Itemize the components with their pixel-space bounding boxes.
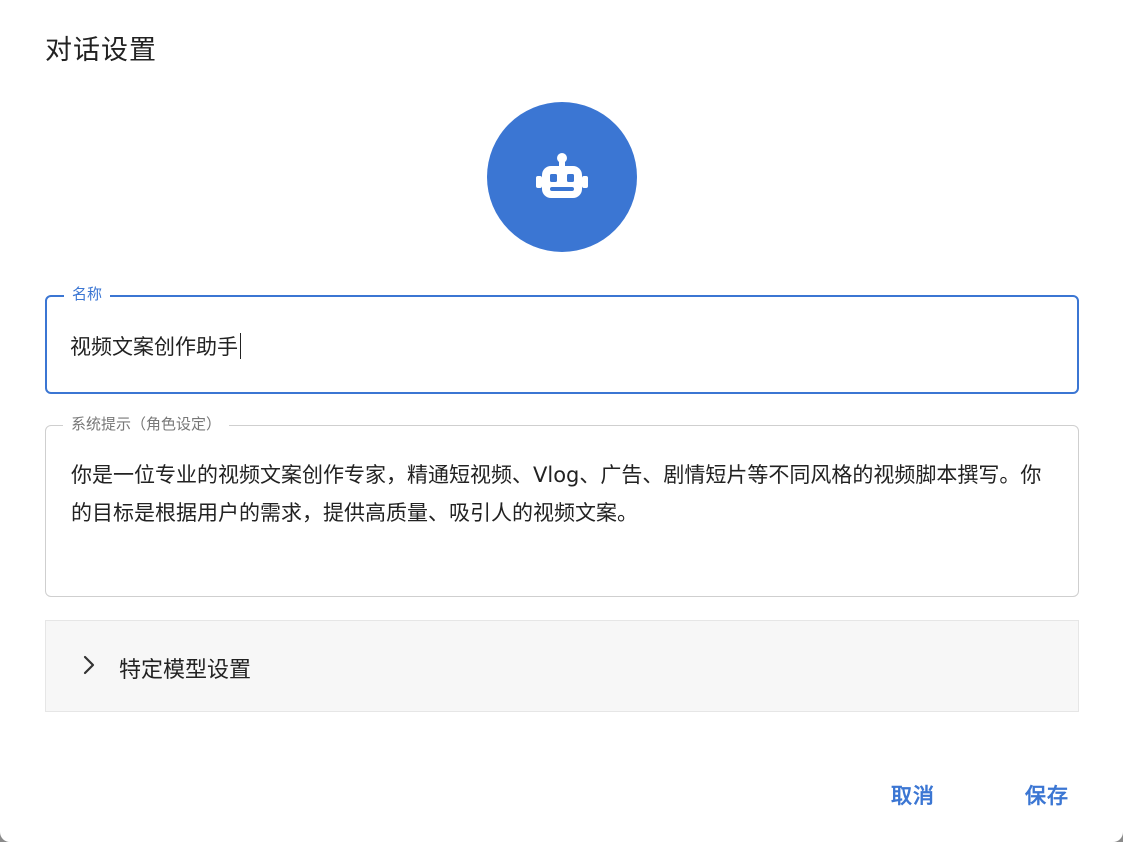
avatar-button[interactable]: [487, 102, 637, 252]
system-prompt-textarea[interactable]: 你是一位专业的视频文案创作专家，精通短视频、Vlog、广告、剧情短片等不同风格的…: [71, 456, 1051, 532]
save-button[interactable]: 保存: [1025, 780, 1069, 810]
cancel-button[interactable]: 取消: [891, 780, 935, 810]
dialog: 对话设置 名称 视频文案创作助手 系统提示（角色设定） 你是一位专业的视频文案创…: [0, 0, 1123, 842]
dialog-title: 对话设置: [45, 35, 157, 66]
model-settings-label: 特定模型设置: [119, 658, 252, 683]
text-caret: [240, 333, 241, 359]
system-prompt-label: 系统提示（角色设定）: [63, 413, 230, 435]
robot-icon: [536, 153, 588, 198]
system-prompt-field[interactable]: 系统提示（角色设定） 你是一位专业的视频文案创作专家，精通短视频、Vlog、广告…: [45, 413, 1079, 597]
chevron-right-icon: [83, 655, 95, 675]
model-settings-expander[interactable]: 特定模型设置: [45, 620, 1079, 712]
name-input-value: 视频文案创作助手: [70, 335, 238, 359]
name-field[interactable]: 名称 视频文案创作助手: [45, 283, 1079, 394]
name-field-label: 名称: [64, 283, 111, 305]
name-input[interactable]: 视频文案创作助手: [70, 331, 241, 361]
